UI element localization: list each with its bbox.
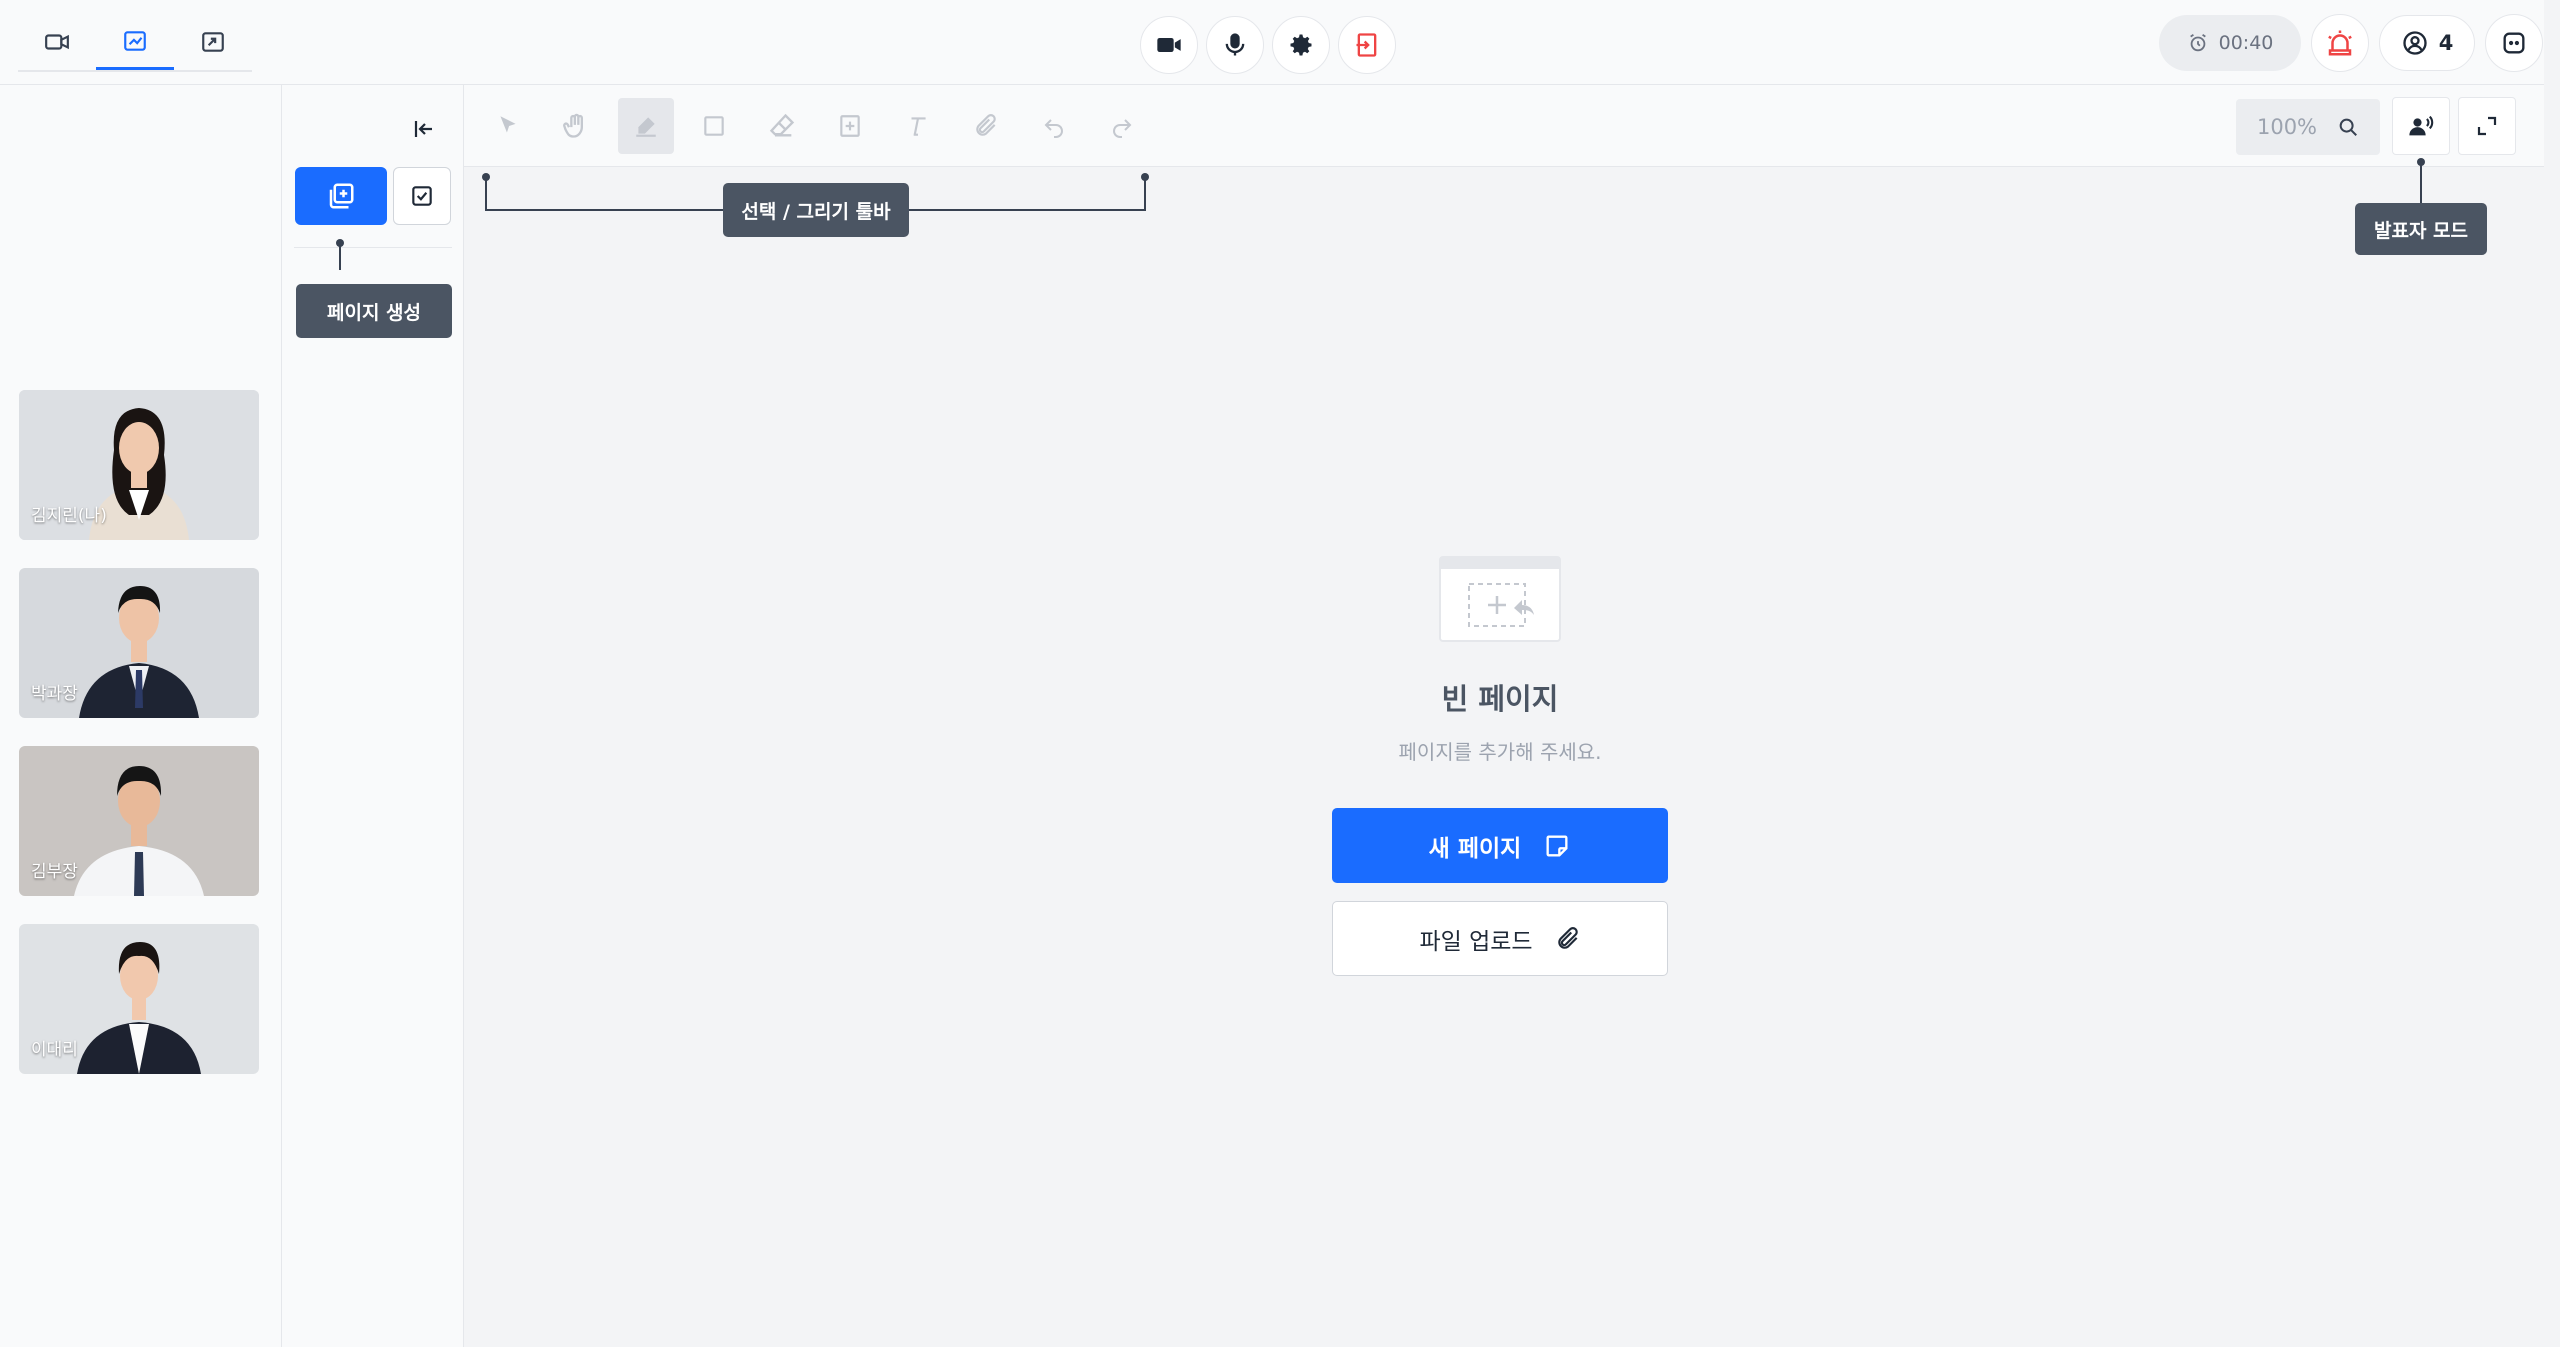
scrollbar[interactable] bbox=[2544, 0, 2560, 1347]
add-image-icon bbox=[840, 115, 860, 137]
attach-icon bbox=[976, 114, 996, 136]
participant-tile[interactable]: 박과장 bbox=[19, 568, 259, 718]
zoom-control[interactable]: 100% bbox=[2236, 99, 2380, 155]
redo-icon bbox=[1113, 119, 1132, 138]
collapse-left-icon bbox=[414, 121, 432, 137]
chat-icon bbox=[2503, 32, 2525, 54]
participant-name: 이대리 bbox=[31, 1040, 78, 1060]
text-tool[interactable] bbox=[890, 98, 946, 154]
eraser-icon bbox=[769, 113, 795, 137]
participant-tile[interactable]: 김지린(나) bbox=[19, 390, 259, 540]
pen-icon bbox=[636, 117, 656, 137]
empty-page-title: 빈 페이지 bbox=[1441, 682, 1559, 716]
canvas-toolbar: 100% bbox=[464, 85, 2544, 167]
toolbar-tooltip: 선택 / 그리기 툴바 bbox=[723, 183, 909, 237]
participant-count: 4 bbox=[2438, 31, 2454, 55]
undo-icon bbox=[1044, 119, 1063, 138]
search-icon bbox=[2339, 118, 2357, 136]
video-icon bbox=[45, 34, 69, 50]
create-page-button[interactable] bbox=[295, 167, 387, 225]
participant-name: 김부장 bbox=[31, 862, 78, 882]
bracket-left-line bbox=[485, 177, 487, 210]
camera-icon bbox=[1157, 38, 1181, 52]
empty-page-illustration-icon bbox=[1439, 556, 1561, 642]
empty-page-subtitle: 페이지를 추가해 주세요. bbox=[1398, 740, 1602, 764]
participant-name: 박과장 bbox=[31, 684, 78, 704]
page-panel: 페이지 생성 bbox=[282, 85, 464, 1347]
add-page-icon bbox=[329, 183, 354, 209]
view-tabs bbox=[18, 14, 252, 72]
redo-button[interactable] bbox=[1094, 98, 1150, 154]
file-upload-label: 파일 업로드 bbox=[1419, 928, 1533, 955]
top-bar: 00:40 4 bbox=[0, 0, 2560, 85]
tab-screen-share[interactable] bbox=[174, 14, 252, 70]
expand-icon bbox=[2477, 116, 2497, 136]
pan-tool[interactable] bbox=[548, 98, 604, 154]
new-page-label: 새 페이지 bbox=[1428, 835, 1522, 862]
eraser-tool[interactable] bbox=[754, 98, 810, 154]
microphone-icon bbox=[1225, 33, 1245, 56]
alert-button[interactable] bbox=[2311, 14, 2369, 72]
tab-whiteboard[interactable] bbox=[96, 14, 174, 70]
participant-name: 김지린(나) bbox=[31, 506, 107, 526]
settings-button[interactable] bbox=[1272, 16, 1330, 74]
pen-tool[interactable] bbox=[618, 98, 674, 154]
meeting-timer: 00:40 bbox=[2159, 15, 2301, 71]
checkbox-icon bbox=[412, 186, 432, 206]
tab-video[interactable] bbox=[18, 14, 96, 70]
tooltip-pointer-line bbox=[339, 243, 341, 270]
select-arrow-icon bbox=[500, 116, 516, 133]
attach-tool[interactable] bbox=[958, 98, 1014, 154]
alarm-clock-icon bbox=[2189, 33, 2206, 52]
screen-share-icon bbox=[202, 32, 224, 52]
gear-icon bbox=[1290, 34, 1312, 56]
hand-icon bbox=[563, 113, 583, 138]
new-page-button[interactable]: 새 페이지 bbox=[1332, 808, 1668, 883]
presenter-mode-button[interactable] bbox=[2392, 97, 2450, 155]
select-pages-button[interactable] bbox=[393, 167, 451, 225]
rectangle-icon bbox=[704, 116, 724, 136]
participants-button[interactable]: 4 bbox=[2379, 15, 2475, 71]
rectangle-tool[interactable] bbox=[686, 98, 742, 154]
tooltip-pointer-line bbox=[2420, 162, 2422, 204]
right-controls: 00:40 4 bbox=[2159, 14, 2543, 72]
create-page-tooltip: 페이지 생성 bbox=[296, 284, 452, 338]
user-circle-icon bbox=[2403, 31, 2427, 55]
siren-icon bbox=[2328, 30, 2352, 56]
call-controls bbox=[1140, 16, 1396, 74]
select-tool[interactable] bbox=[480, 98, 536, 154]
panel-divider bbox=[294, 247, 452, 248]
participant-tile[interactable]: 이대리 bbox=[19, 924, 259, 1074]
presenter-icon bbox=[2409, 115, 2434, 136]
collapse-panel-button[interactable] bbox=[404, 109, 444, 149]
participants-sidebar: 김지린(나) 박과장 김부장 이대리 bbox=[0, 85, 282, 1347]
exit-button[interactable] bbox=[1338, 16, 1396, 74]
file-upload-button[interactable]: 파일 업로드 bbox=[1332, 901, 1668, 976]
fullscreen-button[interactable] bbox=[2458, 97, 2516, 155]
timer-value: 00:40 bbox=[2218, 32, 2274, 54]
undo-button[interactable] bbox=[1026, 98, 1082, 154]
presenter-mode-tooltip: 발표자 모드 bbox=[2355, 203, 2487, 255]
note-icon bbox=[1546, 835, 1568, 856]
paperclip-icon bbox=[1557, 926, 1578, 949]
whiteboard-icon bbox=[124, 30, 146, 51]
text-icon bbox=[911, 117, 926, 136]
zoom-level: 100% bbox=[2256, 115, 2318, 139]
add-image-tool[interactable] bbox=[822, 98, 878, 154]
participant-tile[interactable]: 김부장 bbox=[19, 746, 259, 896]
microphone-button[interactable] bbox=[1206, 16, 1264, 74]
chat-button[interactable] bbox=[2485, 14, 2543, 72]
exit-icon bbox=[1356, 33, 1377, 57]
camera-button[interactable] bbox=[1140, 16, 1198, 74]
bracket-right-line bbox=[1144, 177, 1146, 210]
